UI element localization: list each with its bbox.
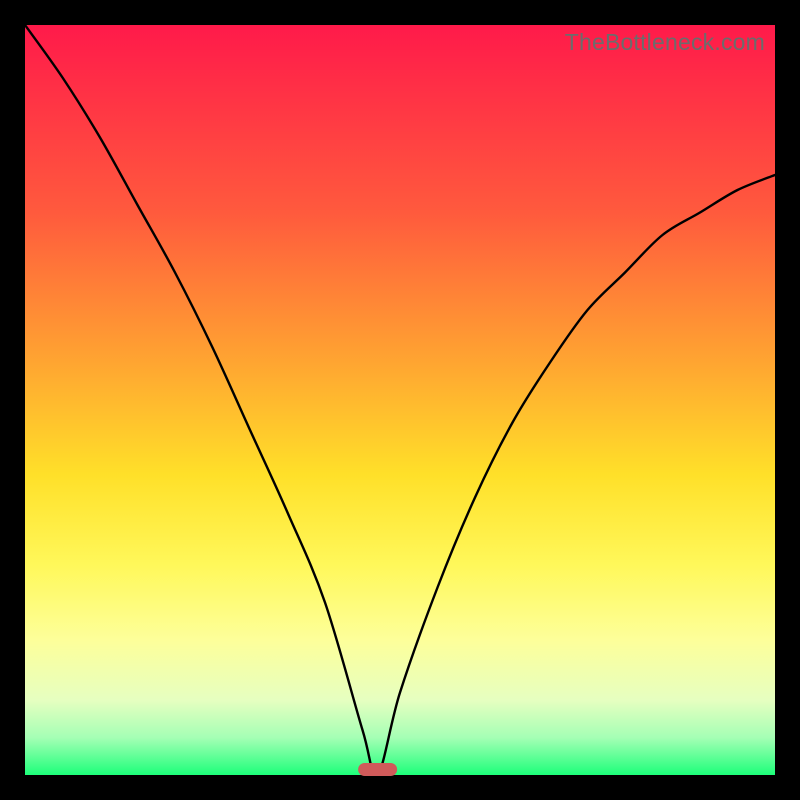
optimum-marker (358, 763, 398, 776)
curve-path (25, 25, 775, 775)
bottleneck-curve (25, 25, 775, 775)
chart-frame: TheBottleneck.com (25, 25, 775, 775)
